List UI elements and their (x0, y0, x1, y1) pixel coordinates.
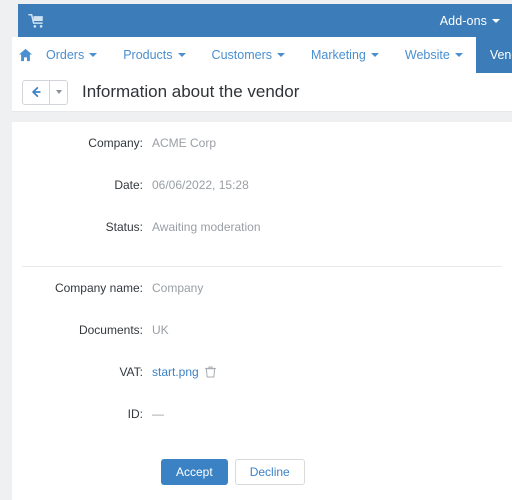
addons-menu[interactable]: Add-ons (440, 14, 500, 28)
field-value: UK (152, 323, 169, 337)
nav-item-label: Marketing (310, 48, 366, 62)
field-value: 06/06/2022, 15:28 (152, 178, 249, 192)
chevron-down-icon (276, 53, 285, 57)
nav-item-marketing[interactable]: Marketing (298, 37, 392, 73)
main-navigation: Orders Products Customers Marketing Webs… (12, 37, 512, 73)
nav-item-label: Website (404, 48, 450, 62)
field-row-documents: Documents: UK (12, 323, 512, 365)
nav-home-button[interactable] (12, 37, 33, 73)
field-row-date: Date: 06/06/2022, 15:28 (12, 178, 512, 220)
accept-button[interactable]: Accept (161, 459, 228, 485)
nav-item-label: Vendors (489, 48, 512, 62)
documents-value: UK (152, 323, 169, 337)
field-value: start.png (152, 365, 216, 379)
nav-item-website[interactable]: Website (392, 37, 476, 73)
app-root: Add-ons Orders Products Customers Market… (0, 0, 512, 500)
decline-button[interactable]: Decline (234, 459, 305, 485)
trash-icon[interactable] (204, 366, 216, 378)
field-label: Documents: (78, 323, 143, 337)
field-label: VAT: (119, 365, 143, 379)
action-buttons: Accept Decline (12, 449, 512, 485)
top-bar: Add-ons (18, 4, 512, 37)
chevron-down-icon (492, 18, 500, 23)
content-panel: Company: ACME Corp Date: 06/06/2022, 15:… (12, 122, 512, 500)
field-row-company-name: Company name: Company (12, 281, 512, 323)
status-value: Awaiting moderation (152, 220, 261, 234)
field-label: Company: (88, 136, 143, 150)
company-name-value: Company (152, 281, 204, 295)
back-button[interactable] (22, 79, 50, 105)
arrow-left-icon (32, 87, 41, 97)
nav-item-label: Orders (46, 48, 85, 62)
field-row-status: Status: Awaiting moderation (12, 220, 512, 262)
field-label: Date: (114, 178, 143, 192)
back-dropdown-button[interactable] (50, 79, 68, 105)
chevron-down-icon (89, 53, 98, 57)
field-row-vat: VAT: start.png (12, 365, 512, 407)
field-value: Company (152, 281, 203, 295)
nav-item-label: Products (123, 48, 173, 62)
field-value: Awaiting moderation (152, 220, 261, 234)
field-label: Company name: (54, 281, 143, 295)
nav-item-orders[interactable]: Orders (33, 37, 110, 73)
vendor-details-section: Company name: Company Documents: UK VAT:… (12, 267, 512, 485)
field-row-id: ID: — (12, 407, 512, 449)
field-row-company: Company: ACME Corp (12, 136, 512, 178)
nav-item-vendors[interactable]: Vendors (475, 37, 512, 73)
back-button-group (22, 79, 68, 105)
chevron-down-icon (454, 53, 463, 57)
cart-icon[interactable] (24, 13, 46, 29)
vat-file-link[interactable]: start.png (152, 365, 199, 379)
addons-label: Add-ons (439, 13, 487, 28)
page-header: Information about the vendor (12, 73, 512, 112)
page-title: Information about the vendor (82, 82, 300, 101)
nav-item-products[interactable]: Products (110, 37, 198, 73)
date-value: 06/06/2022, 15:28 (152, 178, 249, 192)
chevron-down-icon (177, 53, 186, 57)
nav-item-customers[interactable]: Customers (199, 37, 298, 73)
id-value: — (152, 407, 164, 421)
company-value: ACME Corp (152, 136, 217, 150)
field-label: ID: (127, 407, 143, 421)
home-icon (18, 48, 33, 62)
field-label: Status: (105, 220, 143, 234)
chevron-down-icon (370, 53, 379, 57)
chevron-down-icon (55, 90, 62, 94)
field-value: ACME Corp (152, 136, 216, 150)
nav-item-label: Customers (211, 48, 272, 62)
field-value: — (152, 407, 164, 421)
vendor-summary-section: Company: ACME Corp Date: 06/06/2022, 15:… (12, 122, 512, 262)
